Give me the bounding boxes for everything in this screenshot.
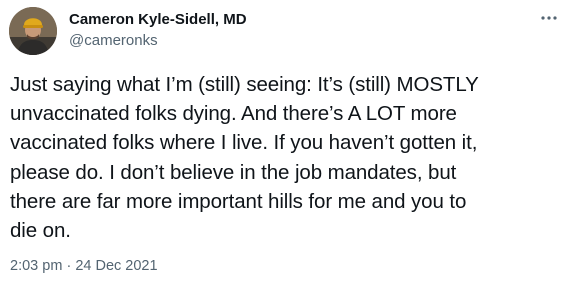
tweet-date: 24 Dec 2021 xyxy=(75,258,158,274)
tweet-card: Cameron Kyle-Sidell, MD @cameronks Just … xyxy=(0,0,577,281)
more-options-button[interactable] xyxy=(535,8,563,28)
more-horizontal-icon xyxy=(541,16,557,20)
author-handle[interactable]: @cameronks xyxy=(69,31,247,51)
avatar[interactable] xyxy=(9,7,57,55)
meta-separator: · xyxy=(66,258,72,274)
tweet-timestamp[interactable]: 2:03 pm · 24 Dec 2021 xyxy=(10,256,158,276)
author-display-name[interactable]: Cameron Kyle-Sidell, MD xyxy=(69,10,247,30)
tweet-text: Just saying what I’m (still) seeing: It’… xyxy=(10,73,479,243)
profile-photo-icon xyxy=(9,7,57,55)
author-info: Cameron Kyle-Sidell, MD @cameronks xyxy=(69,10,247,51)
tweet-time: 2:03 pm xyxy=(10,258,63,274)
